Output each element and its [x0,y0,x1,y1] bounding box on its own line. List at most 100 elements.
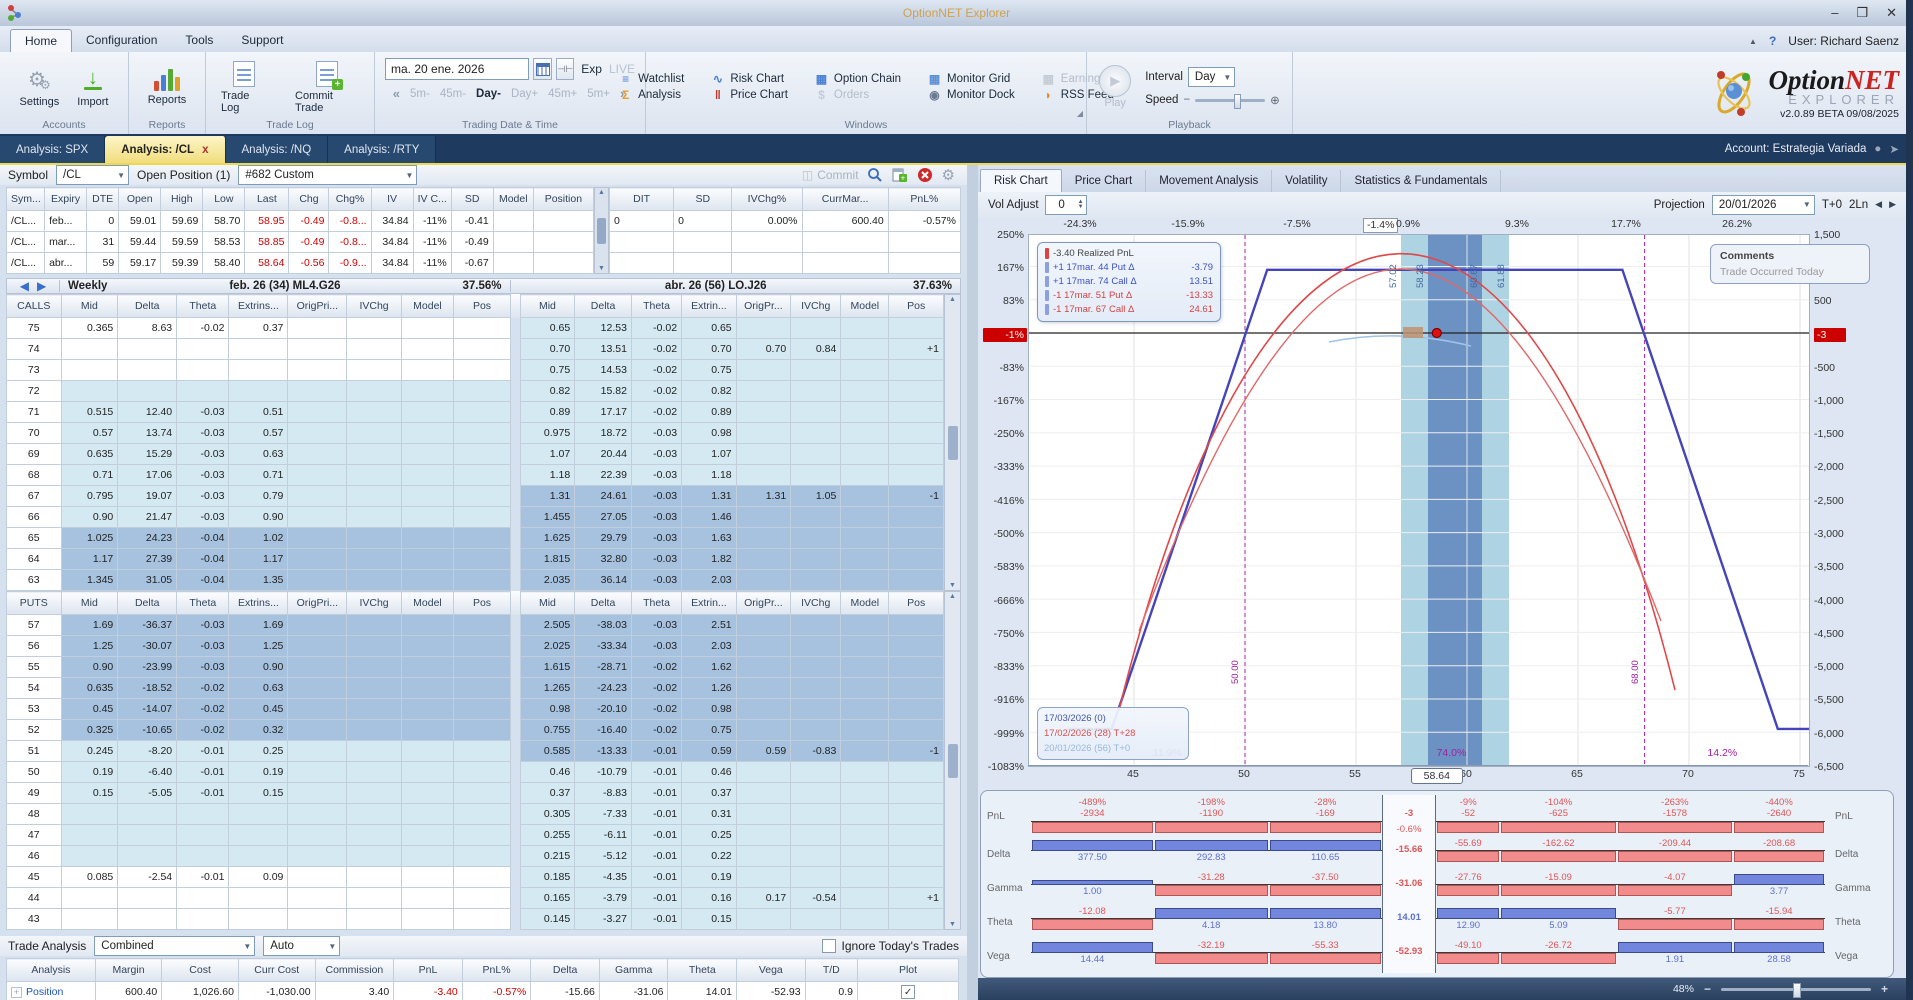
search-icon[interactable] [867,167,883,183]
cancel-icon[interactable] [917,167,933,183]
projection-prev-icon[interactable]: ◀ [1875,199,1882,210]
time-step-45mminus[interactable]: 45m- [440,88,466,100]
next-expiry-icon[interactable]: ▶ [37,279,46,293]
calls-table[interactable]: CALLS Mid Delta Theta Extrins... OrigPri... IV… [6,294,944,591]
minimize-button[interactable]: – [1831,5,1838,21]
future-summary-row[interactable] [608,231,962,253]
tab-close-icon[interactable]: x [202,144,208,156]
put-row-57[interactable]: 57 1.69 -36.37 -0.03 1.69 2.505 -38.03 -0.03 2.5… [6,614,944,636]
projection-mode[interactable]: T+0 [1822,199,1842,211]
speed-slider[interactable] [1195,93,1266,109]
time-step-5mminus[interactable]: 5m- [410,88,430,100]
future-summary-row[interactable] [608,252,962,274]
puts-table[interactable]: PUTS Mid Delta Theta Extrins... OrigPri... IVC… [6,591,944,930]
pin-icon[interactable]: ➤ [1889,142,1899,156]
zoom-slider[interactable] [1720,982,1871,998]
call-row-63[interactable]: 63 1.345 31.05 -0.04 1.35 2.035 36.14 -0.03 2.03 [6,569,944,591]
futures-scrollbar[interactable]: ▲ ▼ [594,187,609,274]
window-toggle-risk-chart[interactable]: ∿ Risk Chart [710,72,788,86]
commit-trade-button[interactable]: + Commit Trade [288,59,366,116]
help-icon[interactable]: ? [1769,34,1776,48]
window-toggle-option-chain[interactable]: ▦ Option Chain [814,72,901,86]
commit-button[interactable]: ◫ Commit [802,168,859,182]
window-toggle-monitor-dock[interactable]: ◉ Monitor Dock [927,88,1015,102]
plot-checkbox-position[interactable]: ✓ [901,985,916,999]
call-row-64[interactable]: 64 1.17 27.39 -0.04 1.17 1.815 32.80 -0.03 1.82 [6,548,944,570]
call-row-69[interactable]: 69 0.635 15.29 -0.03 0.63 1.07 20.44 -0.03 1.07 [6,443,944,465]
analysis-summary-table[interactable]: Analysis Margin Cost Curr Cost Commission PnL… [6,958,959,1000]
future-summary-row[interactable]: 0 0 0.00% 600.40 -0.57% [608,210,962,232]
window-toggle-monitor-grid[interactable]: ▦ Monitor Grid [927,72,1015,86]
import-button[interactable]: ↓ Import [70,65,115,110]
time-step-5mplus[interactable]: 5m+ [587,88,610,100]
calls-scrollbar[interactable]: ▲ ▼ [944,294,961,591]
play-button[interactable]: ▶ Play [1099,65,1132,109]
risk-tab-price-chart[interactable]: Price Chart [1062,169,1147,192]
period-label[interactable]: Weekly [68,280,107,292]
zoom-in-button[interactable]: + [1881,982,1888,996]
put-row-46[interactable]: 46 0.215 -5.12 -0.01 0.22 [6,845,944,867]
put-row-48[interactable]: 48 0.305 -7.33 -0.01 0.31 [6,803,944,825]
exp-label[interactable]: Exp [581,62,602,76]
analysis-auto-select[interactable]: Auto ▼ [263,936,341,956]
put-row-45[interactable]: 45 0.085 -2.54 -0.01 0.09 0.185 -4.35 -0.01 0.19 [6,866,944,888]
put-row-50[interactable]: 50 0.19 -6.40 -0.01 0.19 0.46 -10.79 -0.01 0.46 [6,761,944,783]
menu-item-home[interactable]: Home [10,29,73,52]
menu-item-tools[interactable]: Tools [171,29,227,52]
trade-log-button[interactable]: Trade Log [214,59,274,116]
close-button[interactable]: ✕ [1886,5,1897,21]
future-row[interactable]: /CL... mar... 31 59.44 59.59 58.53 58.85 -0.49-… [5,231,595,253]
risk-tab-movement-analysis[interactable]: Movement Analysis [1146,169,1273,192]
future-row[interactable]: /CL... abr... 59 59.17 59.39 58.40 58.64 -0.56-… [5,252,595,274]
call-row-74[interactable]: 74 0.70 13.51 -0.02 0.70 0.70 0.84 +1 [6,338,944,360]
call-row-75[interactable]: 75 0.365 8.63 -0.02 0.37 0.65 12.53 -0.02 0.65 [6,317,944,339]
settings-gear-icon[interactable]: ⚙ [942,166,955,184]
ignore-trades-checkbox[interactable] [821,939,836,953]
projection-lines[interactable]: 2Ln [1849,199,1868,211]
panel-splitter[interactable] [967,165,978,1000]
group-expand-icon[interactable]: ◢ [1077,109,1083,118]
window-toggle-price-chart[interactable]: ‖ Price Chart [710,88,788,102]
put-row-52[interactable]: 52 0.325 -10.65 -0.02 0.32 0.755 -16.40 -0.02 0.… [6,719,944,741]
futures-summary-table[interactable]: DIT SD IVChg% CurrMar... PnL% 0 0 0.00% 600.40 -0… [608,187,962,274]
call-row-65[interactable]: 65 1.025 24.23 -0.04 1.02 1.625 29.79 -0.03 1.63 [6,527,944,549]
reports-button[interactable]: Reports [141,67,194,108]
maximize-button[interactable]: ❒ [1856,5,1868,21]
collapse-ribbon-icon[interactable]: ▲ [1749,37,1757,46]
put-row-54[interactable]: 54 0.635 -18.52 -0.02 0.63 1.265 -24.23 -0.02 1.… [6,677,944,699]
projection-date-select[interactable]: 20/01/2026 ▼ [1711,194,1815,215]
futures-table[interactable]: Sym... Expiry DTE Open High Low Last Chg Chg% IV I… [5,187,595,274]
put-row-55[interactable]: 55 0.90 -23.99 -0.03 0.90 1.615 -28.71 -0.02 1.6… [6,656,944,678]
zoom-out-button[interactable]: − [1704,982,1711,996]
vol-adjust-spinner[interactable]: 0 ▲ ▼ [1044,194,1087,215]
call-row-73[interactable]: 73 0.75 14.53 -0.02 0.75 [6,359,944,381]
projection-next-icon[interactable]: ▶ [1889,199,1896,210]
put-row-51[interactable]: 51 0.245 -8.20 -0.01 0.25 0.585 -13.33 -0.01 0.5… [6,740,944,762]
calendar-button[interactable] [532,58,553,80]
time-step-button[interactable]: ⊣⊢ [556,58,575,80]
window-toggle-watchlist[interactable]: ≡ Watchlist [618,72,684,86]
menu-item-support[interactable]: Support [227,29,297,52]
call-row-72[interactable]: 72 0.82 15.82 -0.02 0.82 [6,380,944,402]
tab-analysis-nq[interactable]: Analysis: /NQ [225,136,329,163]
put-row-56[interactable]: 56 1.25 -30.07 -0.03 1.25 2.025 -33.34 -0.03 2.0… [6,635,944,657]
call-row-71[interactable]: 71 0.515 12.40 -0.03 0.51 0.89 17.17 -0.02 0.89 [6,401,944,423]
strategy-select[interactable]: #682 Custom ▼ [238,165,418,185]
export-grid-icon[interactable]: + [892,167,908,183]
tab-analysis-rty[interactable]: Analysis: /RTY [328,136,437,163]
put-row-47[interactable]: 47 0.255 -6.11 -0.01 0.25 [6,824,944,846]
time-step-Dayminus[interactable]: Day- [476,88,501,100]
step-back-icon[interactable]: « [393,86,400,101]
risk-tab-volatility[interactable]: Volatility [1272,169,1342,192]
call-row-68[interactable]: 68 0.71 17.06 -0.03 0.71 1.18 22.39 -0.03 1.18 [6,464,944,486]
analysis-row-position[interactable]: + Position 600.40 1,026.60 -1,030.00 3.40 -3.4… [6,981,959,1000]
menu-item-configuration[interactable]: Configuration [72,29,171,52]
symbol-select[interactable]: /CL ▼ [56,165,130,185]
risk-tab-risk-chart[interactable]: Risk Chart [980,168,1062,192]
interval-select[interactable]: Day ▼ [1187,67,1236,87]
future-row[interactable]: /CL... feb... 0 59.01 59.69 58.70 58.95 -0.49 -0… [5,210,595,232]
trading-date-input[interactable]: ma. 20 ene. 2026 [385,58,529,80]
tab-analysis-cl[interactable]: Analysis: /CL x [105,136,226,163]
put-row-49[interactable]: 49 0.15 -5.05 -0.01 0.15 0.37 -8.83 -0.01 0.37 [6,782,944,804]
prev-expiry-icon[interactable]: ◀ [20,279,29,293]
